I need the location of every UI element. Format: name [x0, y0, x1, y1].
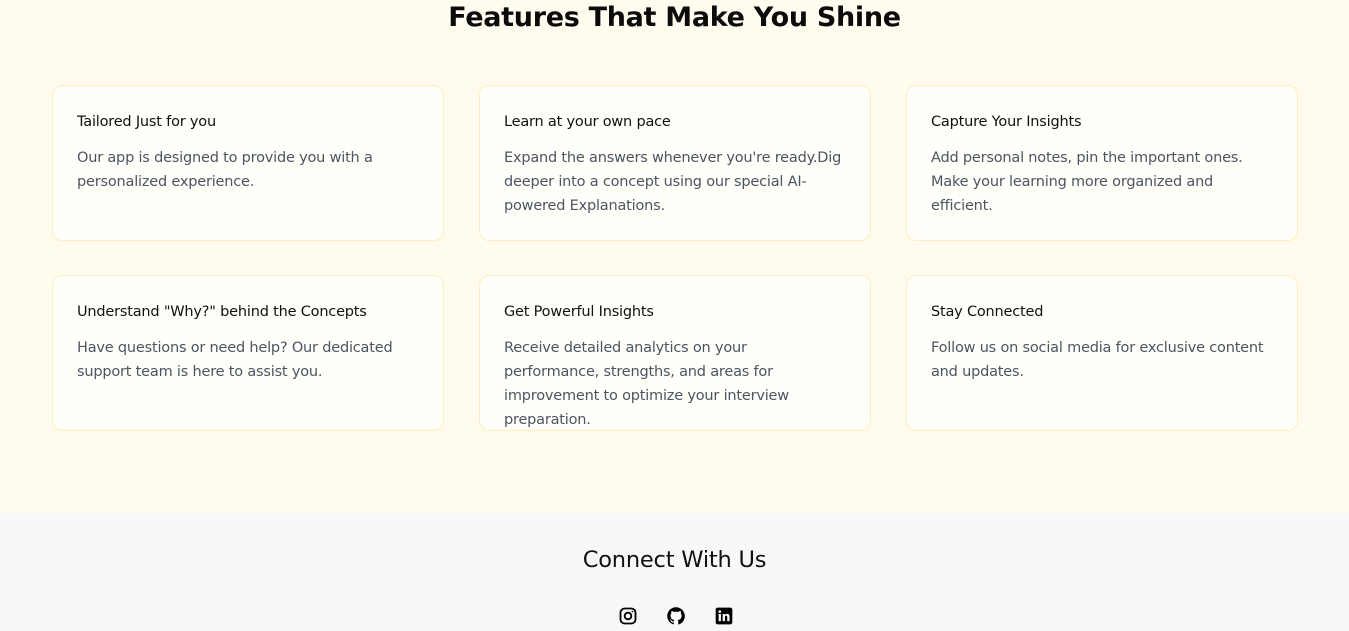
footer-title: Connect With Us	[582, 547, 767, 573]
feature-card-title: Tailored Just for you	[77, 114, 216, 130]
feature-card-stay-connected: Stay Connected Follow us on social media…	[906, 275, 1298, 431]
linkedin-link[interactable]	[713, 605, 735, 627]
instagram-icon	[619, 607, 637, 625]
social-links	[617, 605, 737, 629]
feature-card-text: Receive detailed analytics on your perfo…	[504, 340, 789, 428]
feature-card-title: Capture Your Insights	[931, 114, 1082, 130]
features-section: Features That Make You Shine Tailored Ju…	[0, 0, 1349, 513]
feature-card-pace: Learn at your own pace Expand the answer…	[479, 85, 871, 241]
feature-card-text: Follow us on social media for exclusive …	[931, 340, 1264, 380]
feature-card-powerful-insights: Get Powerful Insights Receive detailed a…	[479, 275, 871, 431]
feature-card-text: Our app is designed to provide you with …	[77, 150, 373, 190]
github-icon	[667, 607, 685, 625]
feature-card-title: Learn at your own pace	[504, 114, 671, 130]
features-title: Features That Make You Shine	[448, 2, 901, 33]
feature-card-insights-capture: Capture Your Insights Add personal notes…	[906, 85, 1298, 241]
feature-card-text: Add personal notes, pin the important on…	[931, 150, 1243, 214]
github-link[interactable]	[665, 605, 687, 627]
instagram-link[interactable]	[617, 605, 639, 627]
linkedin-icon	[715, 607, 733, 625]
feature-card-title: Understand "Why?" behind the Concepts	[77, 304, 367, 320]
feature-card-text: Expand the answers whenever you're ready…	[504, 150, 842, 214]
feature-card-text: Have questions or need help? Our dedicat…	[77, 340, 393, 380]
feature-card-tailored: Tailored Just for you Our app is designe…	[52, 85, 444, 241]
feature-card-title: Get Powerful Insights	[504, 304, 654, 320]
footer-section: Connect With Us	[0, 513, 1349, 631]
feature-card-why: Understand "Why?" behind the Concepts Ha…	[52, 275, 444, 431]
feature-card-title: Stay Connected	[931, 304, 1044, 320]
